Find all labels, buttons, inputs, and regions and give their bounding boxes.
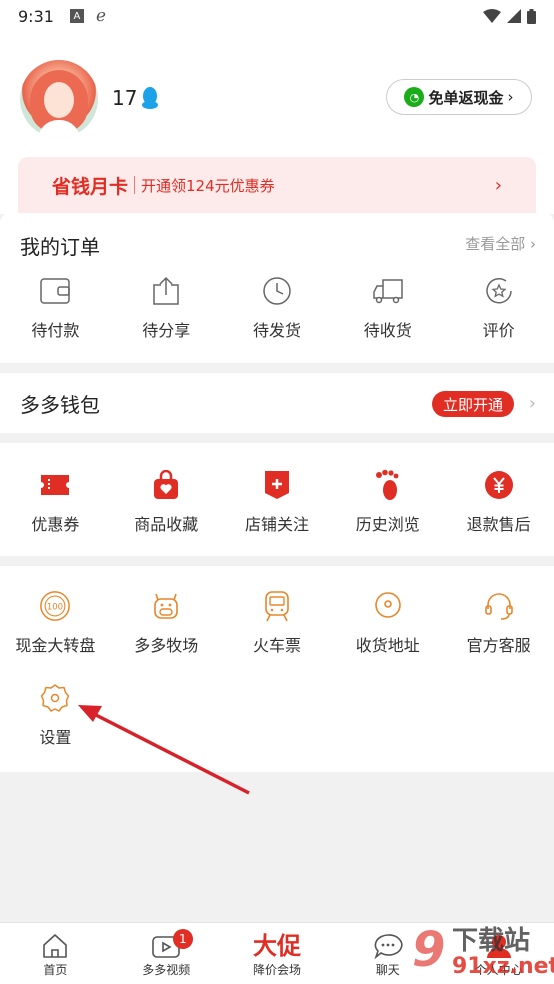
home-icon <box>43 934 68 958</box>
tab-promo[interactable]: 大促 降价会场 <box>222 923 333 984</box>
tab-label: 多多视频 <box>142 963 191 977</box>
video-badge: 1 <box>172 929 193 949</box>
annotation-arrow <box>78 705 250 795</box>
tab-label: 降价会场 <box>252 963 301 977</box>
tab-home[interactable]: 首页 <box>0 923 111 984</box>
site-watermark: 下载站 91xz.net 9 <box>410 920 554 984</box>
tab-label: 聊天 <box>375 963 400 977</box>
tab-video[interactable]: 1 多多视频 <box>111 923 222 984</box>
watermark-line2: 91xz.net <box>452 954 554 979</box>
promo-title: 大促 <box>252 932 301 960</box>
tab-label: 首页 <box>43 963 68 977</box>
watermark-logo: 9 <box>412 922 446 978</box>
chat-icon <box>374 934 403 959</box>
watermark-line1: 下载站 <box>452 926 531 956</box>
